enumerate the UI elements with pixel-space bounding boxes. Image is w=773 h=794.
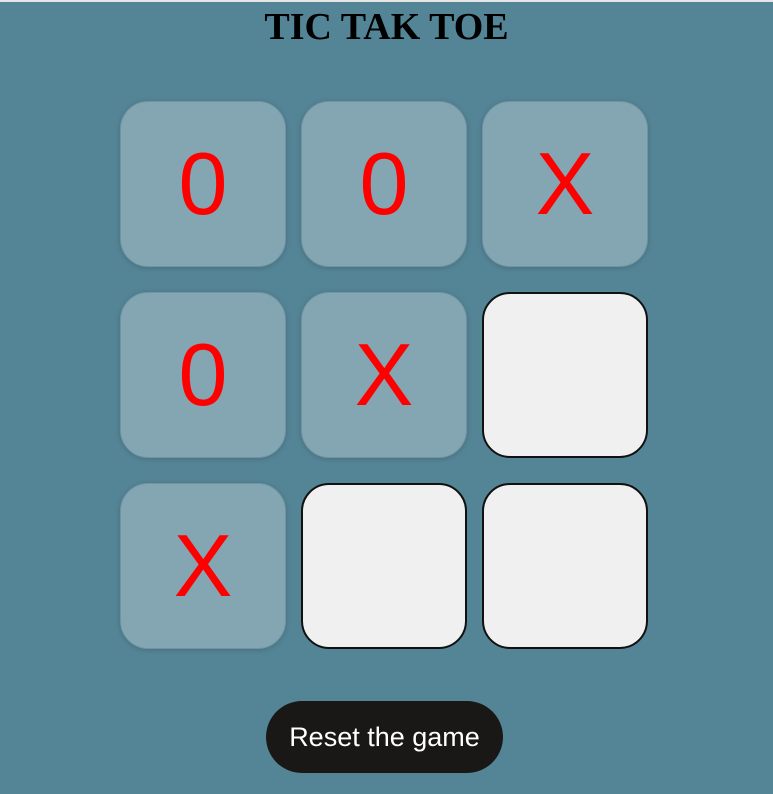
board-cell-6[interactable] [482, 292, 648, 458]
board-cell-5[interactable]: X [301, 292, 467, 458]
board-cell-3[interactable]: X [482, 101, 648, 267]
board-cell-7[interactable]: X [120, 483, 286, 649]
board-cell-1[interactable]: 0 [120, 101, 286, 267]
board-cell-4[interactable]: 0 [120, 292, 286, 458]
board-cell-9[interactable] [482, 483, 648, 649]
game-title: TIC TAK TOE [264, 6, 509, 48]
game-board: 0 0 X 0 X X [120, 101, 650, 651]
board-cell-8[interactable] [301, 483, 467, 649]
reset-game-button[interactable]: Reset the game [266, 701, 503, 773]
board-cell-2[interactable]: 0 [301, 101, 467, 267]
